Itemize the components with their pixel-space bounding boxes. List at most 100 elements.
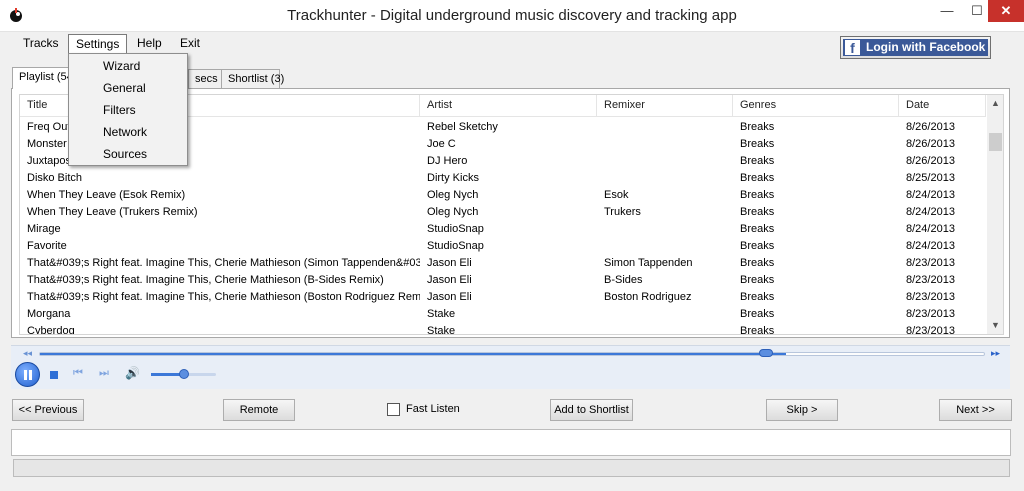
cell-remixer: Esok [604, 189, 629, 201]
minimize-button[interactable]: — [932, 0, 962, 22]
menu-tracks[interactable]: Tracks [16, 34, 66, 54]
cell-date: 8/25/2013 [906, 172, 955, 184]
previous-track-icon[interactable]: ⏮ [73, 367, 83, 380]
cell-title: That&#039;s Right feat. Imagine This, Ch… [27, 274, 384, 286]
seek-thumb[interactable] [759, 349, 773, 357]
seek-back-icon[interactable]: ◂◂ [23, 348, 32, 359]
menu-item-filters[interactable]: Filters [71, 99, 185, 121]
cell-genres: Breaks [740, 155, 775, 167]
add-to-shortlist-button[interactable]: Add to Shortlist [550, 399, 633, 421]
tab-playlist[interactable]: Playlist (54 [12, 67, 73, 89]
remote-button[interactable]: Remote [223, 399, 295, 421]
scroll-down-icon[interactable]: ▼ [987, 317, 1003, 334]
menu-help[interactable]: Help [130, 34, 169, 54]
cell-title: That&#039;s Right feat. Imagine This, Ch… [27, 257, 420, 269]
menu-item-wizard[interactable]: Wizard [71, 55, 185, 77]
column-header-date[interactable]: Date [899, 95, 986, 117]
menu-exit[interactable]: Exit [173, 34, 207, 54]
cell-artist: Stake [427, 308, 456, 320]
cell-title: Disko Bitch [27, 172, 83, 184]
cell-genres: Breaks [740, 257, 775, 269]
cell-title: That&#039;s Right feat. Imagine This, Ch… [27, 291, 420, 303]
cell-title: Favorite [27, 240, 67, 252]
table-row[interactable]: Disko Bitch Dirty Kicks Breaks 8/25/2013 [20, 170, 986, 187]
table-row[interactable]: That&#039;s Right feat. Imagine This, Ch… [20, 255, 986, 272]
table-row[interactable]: Favorite StudioSnap Breaks 8/24/2013 [20, 238, 986, 255]
progress-bar [13, 459, 1010, 477]
cell-artist: Dirty Kicks [427, 172, 479, 184]
menu-settings[interactable]: Settings [68, 34, 128, 54]
cell-genres: Breaks [740, 121, 775, 133]
cell-artist: StudioSnap [427, 240, 484, 252]
cell-artist: Joe C [427, 138, 456, 150]
cell-genres: Breaks [740, 274, 775, 286]
cell-genres: Breaks [740, 206, 775, 218]
volume-icon[interactable]: 🔊 [125, 366, 140, 380]
table-row[interactable]: That&#039;s Right feat. Imagine This, Ch… [20, 289, 986, 306]
facebook-login-button[interactable]: f Login with Facebook [840, 36, 991, 59]
fast-listen-checkbox[interactable] [387, 403, 400, 416]
stop-button[interactable] [50, 371, 58, 379]
cell-artist: Jason Eli [427, 291, 472, 303]
cell-date: 8/23/2013 [906, 274, 955, 286]
table-row[interactable]: Morgana Stake Breaks 8/23/2013 [20, 306, 986, 323]
pause-icon [24, 370, 27, 380]
cell-genres: Breaks [740, 223, 775, 235]
player-controls: ◂◂ ▸▸ ⏮ ⏭ 🔊 [11, 345, 1010, 389]
facebook-login-label: Login with Facebook [866, 40, 986, 54]
cell-artist: Stake [427, 325, 456, 335]
close-button[interactable]: ✕ [988, 0, 1024, 22]
cell-genres: Breaks [740, 172, 775, 184]
cell-date: 8/26/2013 [906, 138, 955, 150]
cell-genres: Breaks [740, 138, 775, 150]
column-header-remixer[interactable]: Remixer [597, 95, 733, 117]
cell-remixer: Boston Rodriguez [604, 291, 692, 303]
fast-listen-label: Fast Listen [406, 403, 460, 415]
cell-artist: Jason Eli [427, 274, 472, 286]
cell-date: 8/26/2013 [906, 155, 955, 167]
status-box [11, 429, 1011, 456]
cell-date: 8/23/2013 [906, 291, 955, 303]
menu-item-general[interactable]: General [71, 77, 185, 99]
pause-button[interactable] [15, 362, 40, 387]
next-button[interactable]: Next >> [939, 399, 1012, 421]
scroll-up-icon[interactable]: ▲ [987, 95, 1003, 112]
table-row[interactable]: When They Leave (Trukers Remix) Oleg Nych… [20, 204, 986, 221]
seek-slider[interactable] [39, 352, 985, 356]
cell-date: 8/23/2013 [906, 325, 955, 335]
cell-genres: Breaks [740, 240, 775, 252]
cell-title: Cyberdog [27, 325, 75, 335]
cell-title: When They Leave (Esok Remix) [27, 189, 186, 201]
column-header-genres[interactable]: Genres [733, 95, 899, 117]
cell-remixer: Trukers [604, 206, 641, 218]
cell-title: When They Leave (Trukers Remix) [27, 206, 198, 218]
cell-genres: Breaks [740, 308, 775, 320]
cell-artist: DJ Hero [427, 155, 468, 167]
skip-button[interactable]: Skip > [766, 399, 838, 421]
table-row[interactable]: Cyberdog Stake Breaks 8/23/2013 [20, 323, 986, 335]
table-row[interactable]: Mirage StudioSnap Breaks 8/24/2013 [20, 221, 986, 238]
cell-artist: Rebel Sketchy [427, 121, 498, 133]
list-scrollbar[interactable]: ▲ ▼ [987, 95, 1003, 334]
cell-artist: Jason Eli [427, 257, 472, 269]
volume-thumb[interactable] [179, 369, 189, 379]
seek-forward-icon[interactable]: ▸▸ [991, 348, 1000, 359]
menu-item-network[interactable]: Network [71, 121, 185, 143]
pause-icon-bar [29, 370, 32, 380]
cell-date: 8/24/2013 [906, 206, 955, 218]
menu-item-sources[interactable]: Sources [71, 143, 185, 165]
window-title: Trackhunter - Digital underground music … [287, 7, 737, 24]
cell-date: 8/24/2013 [906, 189, 955, 201]
tab-shortlist[interactable]: Shortlist (3) [221, 69, 284, 89]
previous-button[interactable]: << Previous [12, 399, 84, 421]
next-track-icon[interactable]: ⏭ [99, 367, 109, 380]
tab-secs[interactable]: secs [188, 69, 222, 89]
cell-title: Mirage [27, 223, 61, 235]
facebook-icon: f [845, 40, 860, 55]
table-row[interactable]: That&#039;s Right feat. Imagine This, Ch… [20, 272, 986, 289]
scroll-thumb[interactable] [989, 133, 1002, 151]
table-row[interactable]: When They Leave (Esok Remix) Oleg Nych Eso… [20, 187, 986, 204]
cell-date: 8/23/2013 [906, 257, 955, 269]
column-header-artist[interactable]: Artist [420, 95, 597, 117]
cell-date: 8/24/2013 [906, 223, 955, 235]
